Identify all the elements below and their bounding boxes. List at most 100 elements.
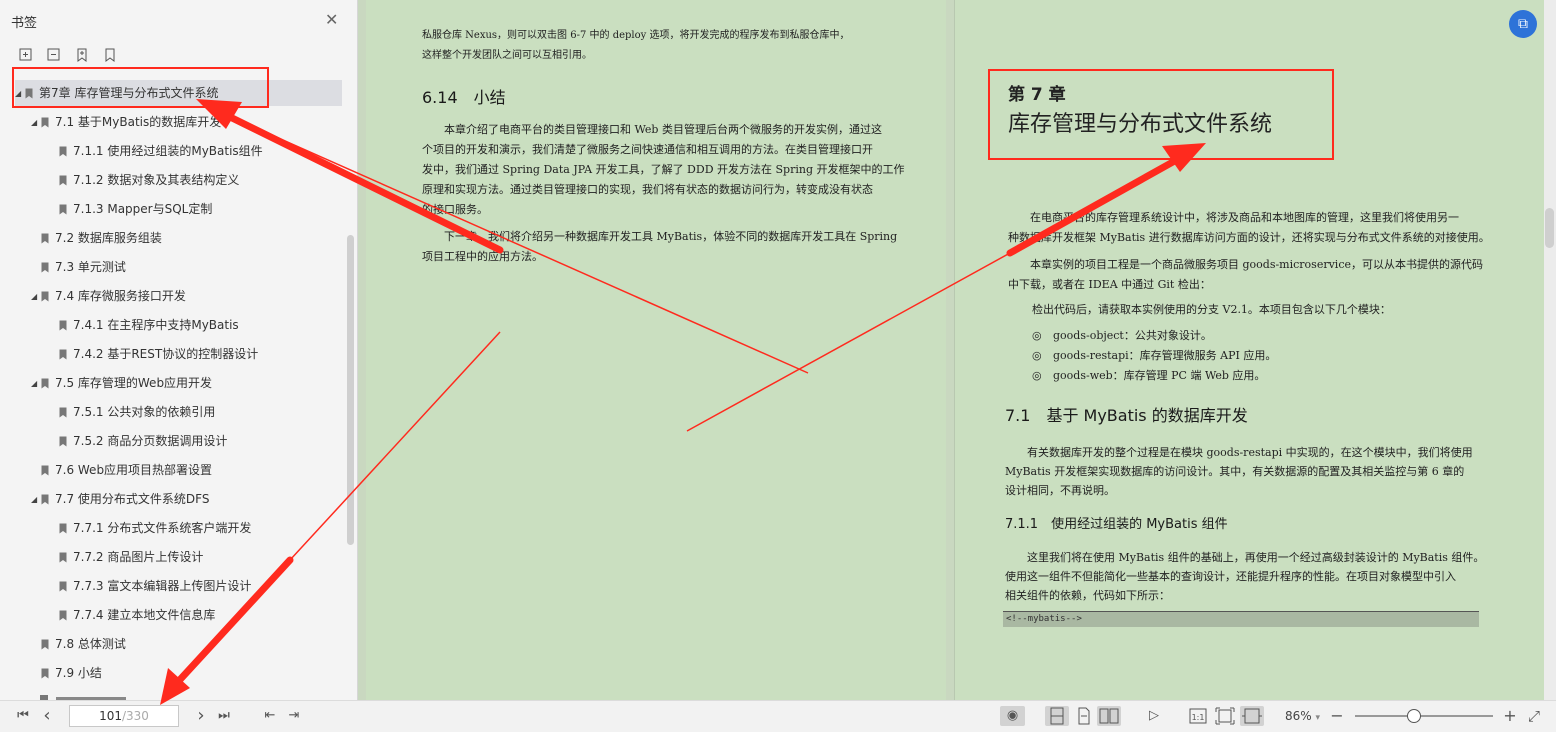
bookmark-item[interactable]: 7.8 总体测试 xyxy=(31,631,342,657)
page-current: 101 xyxy=(99,709,122,723)
expand-arrow-icon[interactable]: ◢ xyxy=(31,284,41,310)
page-text: 设计相同，不再说明。 xyxy=(1005,484,1115,497)
expand-arrow-icon[interactable]: ◢ xyxy=(31,110,41,136)
zoom-out-icon[interactable]: − xyxy=(1328,706,1346,726)
bullet-item: goods-object：公共对象设计。 xyxy=(1053,329,1212,342)
bookmark-label: 7.7 使用分布式文件系统DFS xyxy=(55,492,210,506)
page-text: 这里我们将在使用 MyBatis 组件的基础上，再使用一个经过高级封装设计的 M… xyxy=(1027,551,1485,564)
bookmark-label: 7.4 库存微服务接口开发 xyxy=(55,289,186,303)
add-bookmark-icon[interactable] xyxy=(74,47,90,63)
bookmark-item[interactable]: 7.4.1 在主程序中支持MyBatis xyxy=(49,312,342,338)
panel-title: 书签 xyxy=(11,16,38,31)
bookmark-item[interactable]: 7.4.2 基于REST协议的控制器设计 xyxy=(49,341,342,367)
page-text: 有关数据库开发的整个过程是在模块 goods-restapi 中实现的，在这个模… xyxy=(1027,446,1473,459)
page-text: 私服仓库 Nexus，则可以双击图 6-7 中的 deploy 选项，将开发完成… xyxy=(422,30,850,41)
page-text: 发中，我们通过 Spring Data JPA 开发工具，了解了 DDD 开发方… xyxy=(422,163,905,176)
expand-arrow-icon[interactable]: ◢ xyxy=(31,371,41,397)
zoom-slider-handle[interactable] xyxy=(1406,709,1421,723)
last-page-icon[interactable]: ⏭ xyxy=(214,706,234,726)
bookmark-label: 7.2 数据库服务组装 xyxy=(55,231,162,245)
page-text: 在电商平台的库存管理系统设计中，将涉及商品和本地图库的管理，这里我们将使用另一 xyxy=(1030,211,1459,224)
bookmark-item[interactable]: ◢ 7.4 库存微服务接口开发 xyxy=(31,283,342,309)
expand-arrow-icon[interactable]: ◢ xyxy=(31,487,41,513)
actual-size-icon[interactable]: 1:1 xyxy=(1187,706,1209,726)
bookmark-label: 7.5 库存管理的Web应用开发 xyxy=(55,376,213,390)
fit-page-icon[interactable] xyxy=(1214,706,1236,726)
play-icon[interactable]: ▷ xyxy=(1143,706,1165,726)
page-text: 本章介绍了电商平台的类目管理接口和 Web 类目管理后台两个微服务的开发实例，通… xyxy=(444,123,882,136)
document-scroll-thumb[interactable] xyxy=(1545,208,1554,248)
section-title: 7.1 基于 MyBatis 的数据库开发 xyxy=(1005,406,1248,425)
bookmark-item[interactable]: 7.3 单元测试 xyxy=(31,254,342,280)
forward-icon[interactable]: ⇥ xyxy=(284,706,304,726)
svg-text:1:1: 1:1 xyxy=(1192,713,1205,722)
zoom-dropdown[interactable]: 86% ▾ xyxy=(1285,706,1320,728)
bullet-item: goods-restapi：库存管理微服务 API 应用。 xyxy=(1053,349,1277,362)
zoom-in-icon[interactable]: + xyxy=(1501,706,1519,726)
bookmark-item[interactable]: 7.1.3 Mapper与SQL定制 xyxy=(49,196,342,222)
page-text: 个项目的开发和演示，我们清楚了微服务之间快速通信和相互调用的方法。在类目管理接口… xyxy=(422,143,873,156)
expand-arrow-icon[interactable]: ◢ xyxy=(15,81,25,107)
status-toolbar: ⏮ ‹ 101/330 › ⏭ ⇤ ⇥ ◉ ▷ 1:1 86% ▾ − + ⤢ xyxy=(0,700,1556,732)
bookmark-item[interactable]: ◢ 7.5 库存管理的Web应用开发 xyxy=(31,370,342,396)
bookmark-icon xyxy=(41,233,49,244)
next-page-icon[interactable]: › xyxy=(191,706,211,726)
bookmark-item-selected[interactable]: ◢ 第7章 库存管理与分布式文件系统 xyxy=(15,80,342,106)
back-icon[interactable]: ⇤ xyxy=(260,706,280,726)
first-page-icon[interactable]: ⏮ xyxy=(13,706,33,726)
prev-page-icon[interactable]: ‹ xyxy=(37,706,57,726)
zoom-slider[interactable] xyxy=(1355,715,1493,717)
bookmark-label: 7.7.4 建立本地文件信息库 xyxy=(73,608,216,622)
single-page-icon[interactable] xyxy=(1073,706,1095,726)
eye-protection-icon[interactable]: ◉ xyxy=(1000,706,1025,726)
document-scrollbar[interactable] xyxy=(1544,0,1556,700)
chapter-number: 第 7 章 xyxy=(1008,85,1066,105)
fullscreen-icon[interactable]: ⤢ xyxy=(1524,706,1544,726)
bookmark-label: 7.8 总体测试 xyxy=(55,637,126,651)
bookmark-icon xyxy=(25,88,33,99)
bookmark-item[interactable]: ◢ 7.7 使用分布式文件系统DFS xyxy=(31,486,342,512)
close-icon[interactable]: ✕ xyxy=(325,12,338,28)
bookmark-icon xyxy=(59,320,67,331)
bookmark-item[interactable]: 7.6 Web应用项目热部署设置 xyxy=(31,457,342,483)
bookmark-item[interactable]: 7.5.1 公共对象的依赖引用 xyxy=(49,399,342,425)
bookmark-icon xyxy=(41,378,49,389)
bookmark-icon xyxy=(41,639,49,650)
bookmark-icon xyxy=(59,349,67,360)
fit-width-icon[interactable] xyxy=(1240,706,1264,726)
bookmark-item[interactable]: 7.7.3 富文本编辑器上传图片设计 xyxy=(49,573,342,599)
bookmark-label: 7.4.1 在主程序中支持MyBatis xyxy=(73,318,239,332)
bookmark-item[interactable]: 7.7.2 商品图片上传设计 xyxy=(49,544,342,570)
dual-page-icon[interactable] xyxy=(1097,706,1121,726)
screen-capture-icon[interactable]: ⧉ xyxy=(1509,10,1537,38)
bookmark-item[interactable]: 7.1.1 使用经过组装的MyBatis组件 xyxy=(49,138,342,164)
page-text: 检出代码后，请获取本实例使用的分支 V2.1。本项目包含以下几个模块： xyxy=(1032,303,1391,316)
bookmark-item[interactable]: 7.5.2 商品分页数据调用设计 xyxy=(49,428,342,454)
page-text: MyBatis 开发框架实现数据库的访问设计。其中，有关数据源的配置及其相关监控… xyxy=(1005,465,1465,478)
bookmark-icon xyxy=(59,204,67,215)
page-text: 这样整个开发团队之间可以互相引用。 xyxy=(422,50,592,61)
bookmark-item[interactable]: ◢ 7.1 基于MyBatis的数据库开发 xyxy=(31,109,342,135)
sidebar-scrollbar[interactable] xyxy=(347,235,354,545)
bookmark-icon[interactable] xyxy=(102,47,118,63)
bookmark-item[interactable]: 7.7.1 分布式文件系统客户端开发 xyxy=(49,515,342,541)
page-text: 使用这一组件不但能简化一些基本的查询设计，还能提升程序的性能。在项目对象模型中引… xyxy=(1005,570,1456,583)
section-title: 6.14 小结 xyxy=(422,88,506,107)
expand-all-icon[interactable] xyxy=(18,47,34,63)
bullet-item: goods-web：库存管理 PC 端 Web 应用。 xyxy=(1053,369,1266,382)
page-number-input[interactable]: 101/330 xyxy=(69,705,179,727)
bookmark-item[interactable]: 7.2 数据库服务组装 xyxy=(31,225,342,251)
page-text: 种数据库开发框架 MyBatis 进行数据库访问方面的设计，还将实现与分布式文件… xyxy=(1008,231,1490,244)
page-text: 项目工程中的应用方法。 xyxy=(422,250,543,263)
continuous-page-icon[interactable] xyxy=(1045,706,1069,726)
bookmark-item[interactable]: 7.7.4 建立本地文件信息库 xyxy=(49,602,342,628)
bookmark-icon xyxy=(59,610,67,621)
bookmark-item[interactable]: 7.1.2 数据对象及其表结构定义 xyxy=(49,167,342,193)
bookmark-icon xyxy=(59,175,67,186)
bookmark-item[interactable]: 7.9 小结 xyxy=(31,660,342,686)
page-text: 下一章，我们将介绍另一种数据库开发工具 MyBatis，体验不同的数据库开发工具… xyxy=(444,230,898,243)
page-right: 第 7 章 库存管理与分布式文件系统 在电商平台的库存管理系统设计中，将涉及商品… xyxy=(954,0,1544,700)
collapse-all-icon[interactable] xyxy=(46,47,62,63)
bookmark-label: 7.7.3 富文本编辑器上传图片设计 xyxy=(73,579,252,593)
bookmark-label: 7.6 Web应用项目热部署设置 xyxy=(55,463,213,477)
